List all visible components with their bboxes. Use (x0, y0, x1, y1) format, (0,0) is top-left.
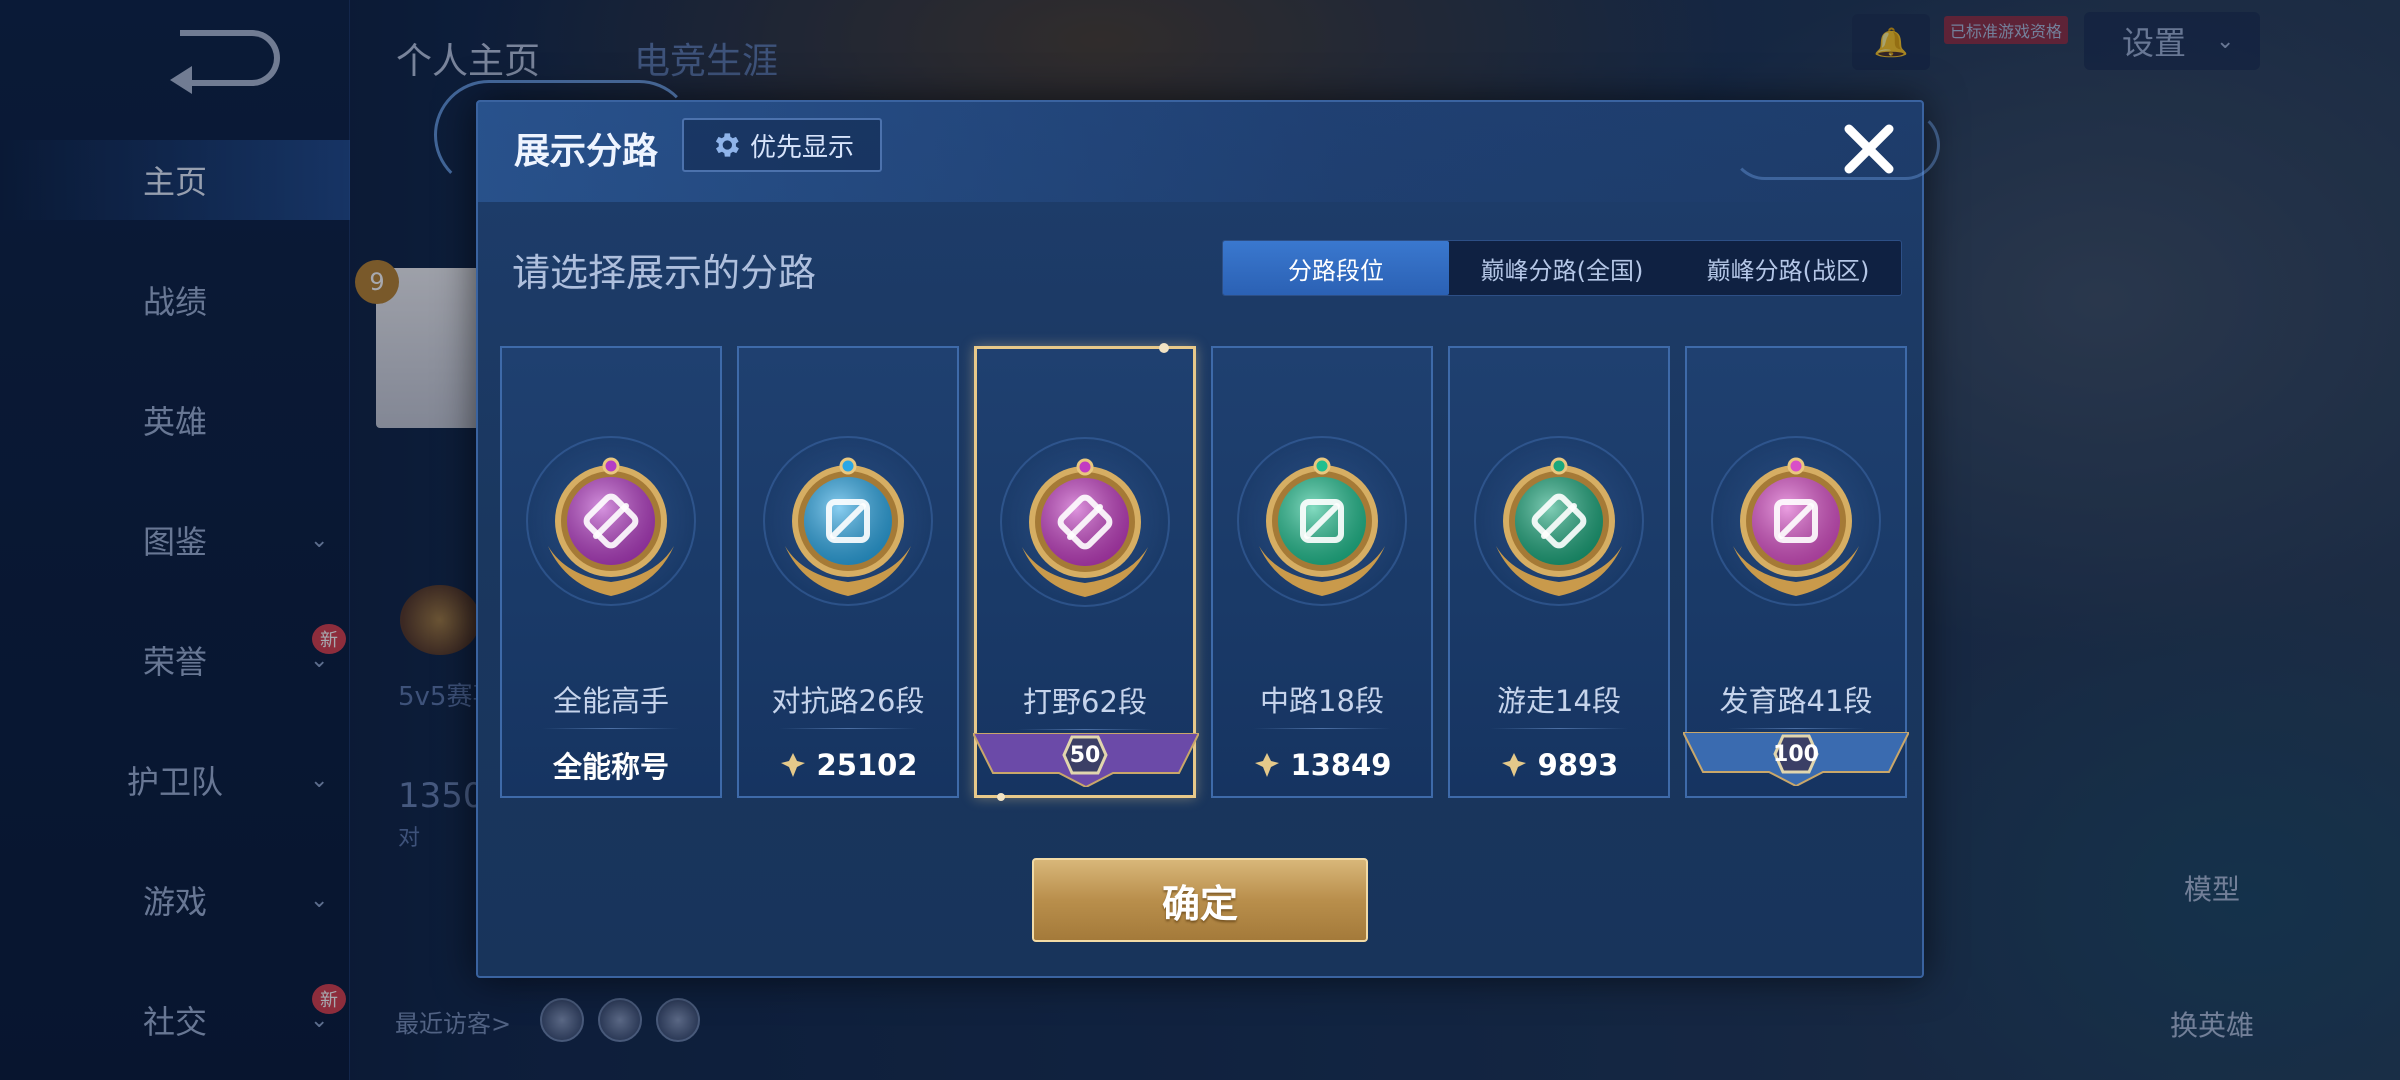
lane-card[interactable]: 对抗路26段 25102 (737, 346, 959, 798)
star-count-badge: 50 (1054, 733, 1116, 777)
lane-display-dialog: 展示分路 优先显示 请选择展示的分路 分路段位 巅峰分路(全国) 巅峰分路(战区… (434, 80, 1940, 978)
lane-emblem-icon (1000, 437, 1170, 607)
lane-card[interactable]: 发育路41段 100 (1681, 346, 1911, 798)
divider (1017, 729, 1153, 730)
lane-emblem-icon (1237, 436, 1407, 606)
lane-rank-label: 全能高手 (552, 684, 669, 718)
selection-marker (997, 793, 1005, 801)
lane-score-value: 25102 (816, 748, 918, 782)
confirm-button[interactable]: 确定 (1032, 858, 1368, 942)
dialog-title: 展示分路 (514, 131, 659, 172)
priority-label: 优先显示 (749, 132, 854, 163)
lane-card-footer: 9893 (1450, 734, 1668, 796)
star-count-badge: 100 (1765, 732, 1827, 776)
lane-card[interactable]: 全能高手 全能称号 (500, 346, 722, 798)
gear-icon (715, 133, 739, 157)
lane-card[interactable]: 游走14段 9893 (1448, 346, 1670, 798)
all-round-title: 全能称号 (552, 750, 669, 784)
close-button[interactable] (1834, 114, 1904, 184)
star-count: 50 (1069, 742, 1101, 768)
divider (1490, 728, 1628, 729)
tab-peak-region[interactable]: 巅峰分路(战区) (1675, 241, 1901, 295)
selection-marker (1159, 343, 1169, 353)
lane-score-value: 13849 (1290, 748, 1392, 782)
priority-display-button[interactable]: 优先显示 (682, 118, 882, 172)
lane-card-footer: 25102 (739, 734, 957, 796)
lane-rank-label: 中路18段 (1260, 684, 1384, 718)
divider (542, 728, 680, 729)
lane-score-icon (780, 753, 805, 777)
dialog-subtitle: 请选择展示的分路 (512, 251, 817, 295)
lane-rank-label: 打野62段 (1023, 685, 1147, 719)
star-count: 100 (1773, 741, 1819, 767)
lane-card-footer: 全能称号 (502, 734, 720, 796)
divider (779, 728, 917, 729)
lane-card[interactable]: 中路18段 13849 (1211, 346, 1433, 798)
tab-lane-rank[interactable]: 分路段位 (1223, 241, 1449, 295)
divider (1727, 728, 1865, 729)
lane-emblem-icon (763, 436, 933, 606)
lane-emblem-icon (526, 436, 696, 606)
lane-tabs: 分路段位 巅峰分路(全国) 巅峰分路(战区) (1222, 240, 1902, 296)
divider (1253, 728, 1391, 729)
lane-rank-label: 游走14段 (1497, 684, 1621, 718)
lane-emblem-icon (1711, 436, 1881, 606)
lane-card-footer: 13849 (1213, 734, 1431, 796)
lane-rank-label: 发育路41段 (1719, 684, 1873, 718)
lane-score-icon (1254, 753, 1279, 777)
close-icon (1844, 124, 1894, 174)
lane-rank-label: 对抗路26段 (771, 684, 925, 718)
tab-peak-national[interactable]: 巅峰分路(全国) (1449, 241, 1675, 295)
lane-emblem-icon (1474, 436, 1644, 606)
lane-score-value: 9893 (1537, 748, 1619, 782)
lane-card[interactable]: 打野62段 50 (971, 343, 1201, 801)
lane-score-icon (1501, 753, 1526, 777)
